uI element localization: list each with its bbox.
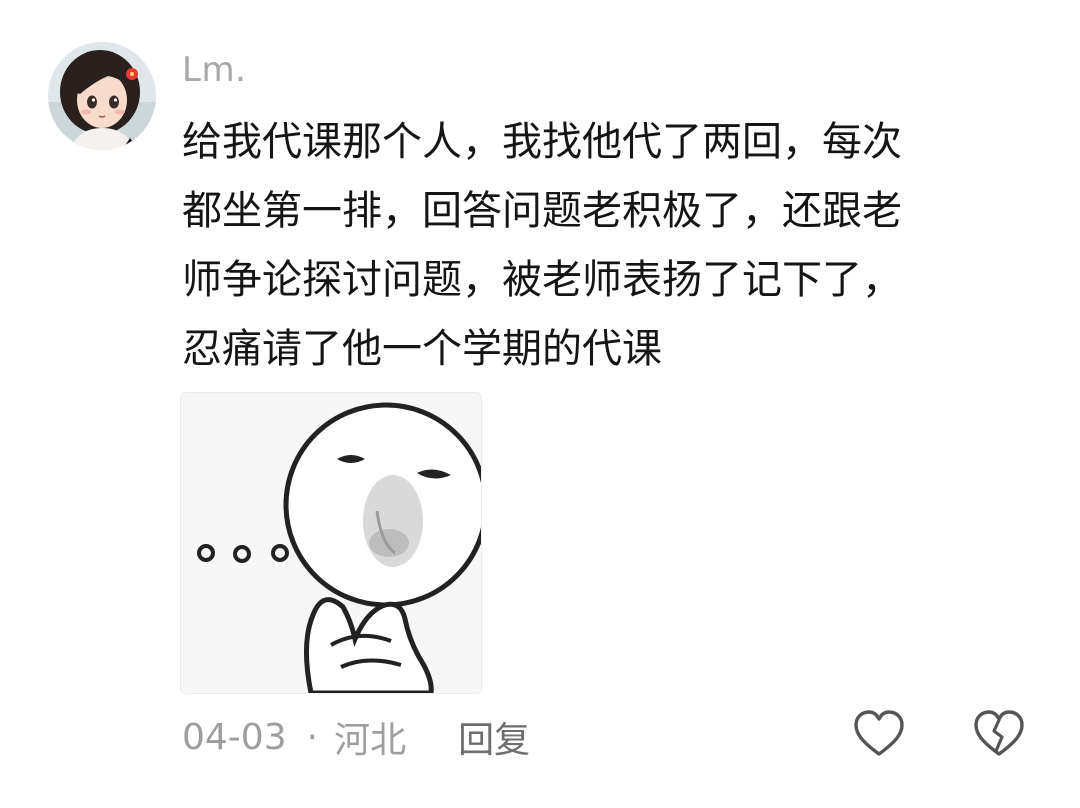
broken-heart-icon (974, 710, 1024, 756)
comment-text-line: 忍痛请了他一个学期的代课 (182, 326, 662, 372)
thinking-face-meme-icon (181, 393, 481, 693)
comment-text-line: 师争论探讨问题，被老师表扬了记下了， (182, 257, 902, 303)
comment-meta: 04-03 · 河北 回复 (182, 712, 530, 762)
comment-text-line: 都坐第一排，回答问题老积极了，还跟老 (182, 188, 902, 234)
username[interactable]: Lm. (182, 50, 246, 90)
meta-separator: · (306, 716, 319, 758)
comment-text: 给我代课那个人，我找他代了两回，每次 都坐第一排，回答问题老积极了，还跟老 师争… (182, 108, 1002, 384)
comment-location: 河北 (334, 720, 407, 761)
anime-girl-avatar-icon (48, 42, 156, 150)
like-button[interactable] (851, 707, 907, 763)
reply-button[interactable]: 回复 (458, 711, 530, 763)
dislike-button[interactable] (971, 707, 1027, 763)
comment-item: Lm. 给我代课那个人，我找他代了两回，每次 都坐第一排，回答问题老积极了，还跟… (0, 0, 1080, 808)
heart-outline-icon (854, 710, 904, 756)
comment-text-line: 给我代课那个人，我找他代了两回，每次 (182, 119, 902, 165)
comment-date: 04-03 (182, 716, 287, 758)
avatar[interactable] (48, 42, 156, 150)
sticker-image[interactable] (180, 392, 482, 694)
